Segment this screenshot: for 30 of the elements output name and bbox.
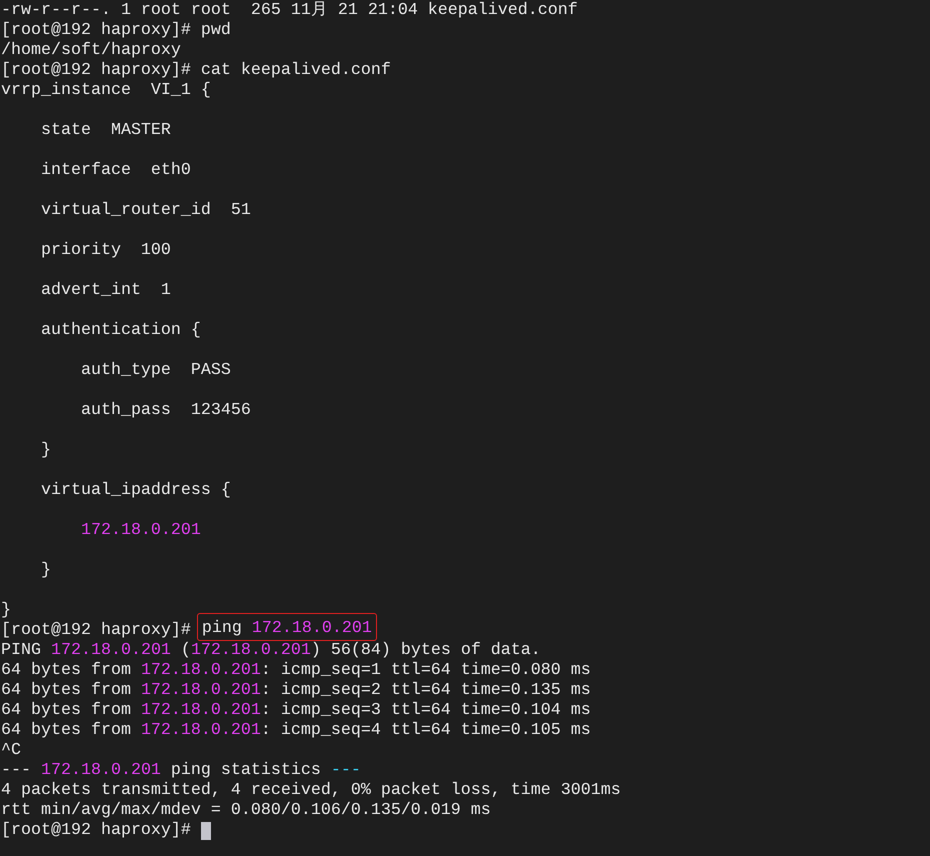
terminal-line: authentication { — [40, 321, 201, 341]
terminal-line: virtual_router_id 51 — [40, 201, 251, 221]
terminal-line: } — [40, 441, 51, 461]
terminal-line: 64 bytes from 172.18.0.201: icmp_seq=1 ttl=64 time=0.080 ms — [1, 661, 591, 681]
shell-prompt: [root@192 haproxy]# — [1, 621, 191, 641]
terminal-line: 64 bytes from 172.18.0.201: icmp_seq=4 ttl=64 time=0.105 ms — [1, 721, 591, 741]
terminal-line: } — [40, 561, 51, 581]
terminal-line: ^C — [1, 741, 21, 761]
terminal-line: --- 172.18.0.201 ping statistics --- — [1, 761, 361, 781]
terminal-line: advert_int 1 — [40, 281, 171, 301]
terminal-line: auth_pass 123456 — [80, 401, 251, 421]
terminal-line: 4 packets transmitted, 4 received, 0% packet loss, time 3001ms — [1, 781, 621, 801]
terminal-line: -rw-r--r--. 1 root root 265 11月 21 21:04 keepalived.conf — [1, 1, 578, 21]
highlighted-command: ping 172.18.0.201 — [196, 613, 377, 641]
terminal-line: priority 100 — [40, 241, 171, 261]
terminal-line: } — [1, 601, 11, 621]
terminal-line: virtual_ipaddress { — [40, 481, 231, 501]
terminal-line: [root@192 haproxy]# pwd — [1, 21, 231, 41]
terminal-line: rtt min/avg/max/mdev = 0.080/0.106/0.135/0.019 ms — [1, 801, 491, 821]
terminal-line: 64 bytes from 172.18.0.201: icmp_seq=2 ttl=64 time=0.135 ms — [1, 681, 591, 701]
terminal-line: /home/soft/haproxy — [1, 41, 181, 61]
terminal-line: auth_type PASS — [80, 361, 231, 381]
terminal-line: 172.18.0.201 — [80, 521, 201, 541]
terminal-line: PING 172.18.0.201 (172.18.0.201) 56(84) bytes of data. — [1, 641, 541, 661]
terminal-line: 64 bytes from 172.18.0.201: icmp_seq=3 ttl=64 time=0.104 ms — [1, 701, 591, 721]
terminal-line: state MASTER — [40, 121, 171, 141]
terminal-line: interface eth0 — [40, 161, 191, 181]
terminal-line: [root@192 haproxy]# cat keepalived.conf — [1, 61, 391, 81]
terminal-line: vrrp_instance VI_1 { — [1, 81, 211, 101]
shell-prompt: [root@192 haproxy]# — [1, 821, 191, 841]
